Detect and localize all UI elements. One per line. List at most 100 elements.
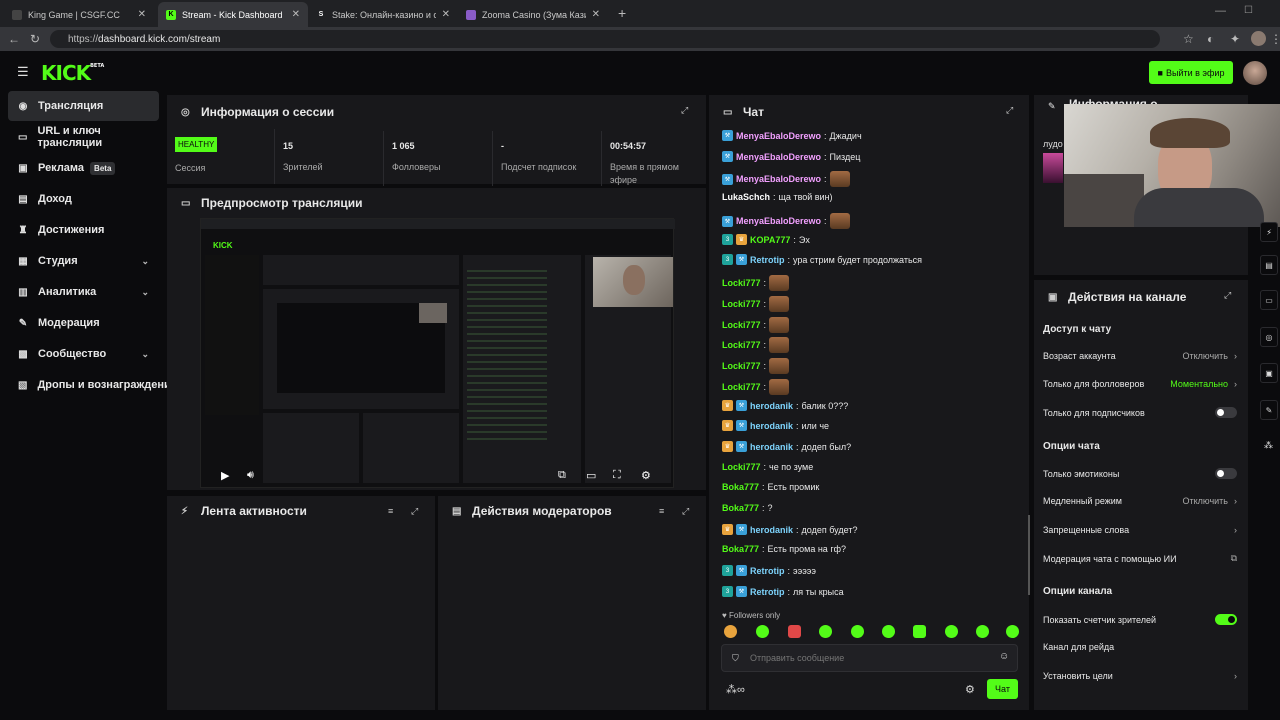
emoji-icon[interactable]: ☺: [999, 651, 1009, 662]
sidebar-item-income[interactable]: ▤ Доход: [8, 184, 159, 214]
kick-logo[interactable]: KICKBETA: [41, 61, 104, 85]
chat-username[interactable]: Boka777: [722, 482, 759, 492]
browser-tab-csgf[interactable]: King Game | CSGF.CC ✕: [4, 2, 154, 27]
profile-avatar[interactable]: [1251, 31, 1266, 46]
slow-mode-row[interactable]: Медленный режим Отключить ›: [1043, 496, 1237, 506]
followers-only-row[interactable]: Только для фолловеров Моментально ›: [1043, 379, 1237, 389]
chat-username[interactable]: MenyaEbaloDerewo: [736, 174, 821, 184]
chat-username[interactable]: Retrotip: [750, 587, 785, 597]
chat-message-input[interactable]: [750, 650, 990, 666]
chat-username[interactable]: Locki777: [722, 320, 761, 330]
banned-words-row[interactable]: Запрещенные слова ›: [1043, 525, 1237, 535]
sidebar-item-analytics[interactable]: ▥ Аналитика ⌄: [8, 277, 159, 307]
chat-username[interactable]: LukaSchch: [722, 192, 770, 202]
sidebar-item-community[interactable]: ▩ Сообщество ⌄: [8, 339, 159, 369]
maximize-icon[interactable]: ☐: [1244, 5, 1253, 16]
fullscreen-icon[interactable]: ⛶: [613, 469, 621, 482]
bookmark-star-icon[interactable]: ☆: [1183, 32, 1194, 46]
go-live-button[interactable]: ■ Выйти в эфир: [1149, 61, 1233, 84]
chat-username[interactable]: KOPA777: [750, 235, 790, 245]
new-tab-icon[interactable]: +: [618, 5, 626, 21]
chat-username[interactable]: MenyaEbaloDerewo: [736, 216, 821, 226]
emotes-only-toggle[interactable]: [1215, 468, 1237, 479]
chat-send-button[interactable]: Чат: [987, 679, 1018, 699]
close-icon[interactable]: ✕: [592, 9, 600, 20]
subs-only-toggle[interactable]: [1215, 407, 1237, 418]
emote-icon[interactable]: [756, 625, 769, 638]
rail-target-icon[interactable]: ◎: [1260, 327, 1278, 347]
avatar[interactable]: [1243, 61, 1267, 85]
account-age-row[interactable]: Возраст аккаунта Отключить ›: [1043, 351, 1237, 361]
chat-scrollbar[interactable]: [1028, 515, 1030, 595]
rail-monitor-icon[interactable]: ▣: [1260, 363, 1278, 383]
show-viewers-toggle[interactable]: [1215, 614, 1237, 625]
infinity-points-icon[interactable]: ⁂∞: [726, 683, 745, 696]
url-input[interactable]: https://dashboard.kick.com/stream: [50, 30, 1160, 48]
close-icon[interactable]: ✕: [442, 9, 450, 20]
expand-icon[interactable]: ⤢: [681, 105, 688, 116]
reload-icon[interactable]: ↻: [30, 32, 40, 46]
play-icon[interactable]: ▶: [221, 469, 229, 482]
close-icon[interactable]: ✕: [138, 9, 146, 20]
sidebar-item-ads[interactable]: ▣ Реклама Beta: [8, 153, 159, 183]
chat-username[interactable]: MenyaEbaloDerewo: [736, 131, 821, 141]
emote-icon[interactable]: [882, 625, 895, 638]
chat-username[interactable]: Locki777: [722, 340, 761, 350]
hamburger-menu-icon[interactable]: ☰: [17, 64, 29, 80]
ai-moderation-row[interactable]: Модерация чата с помощью ИИ ⧉: [1043, 553, 1237, 564]
close-icon[interactable]: ✕: [292, 9, 300, 20]
chat-username[interactable]: MenyaEbaloDerewo: [736, 152, 821, 162]
emote-icon[interactable]: [976, 625, 989, 638]
set-goals-row[interactable]: Установить цели ›: [1043, 671, 1237, 681]
rail-list-icon[interactable]: ▤: [1260, 255, 1278, 275]
menu-dots-icon[interactable]: ⋮: [1270, 32, 1280, 46]
chat-username[interactable]: herodanik: [750, 442, 793, 452]
rail-wrench-icon[interactable]: ✎: [1260, 400, 1278, 420]
chat-username[interactable]: herodanik: [750, 401, 793, 411]
chat-username[interactable]: Boka777: [722, 503, 759, 513]
sidebar-item-studio[interactable]: ▦ Студия ⌄: [8, 246, 159, 276]
pip-icon[interactable]: ⧉: [558, 469, 566, 482]
chat-username[interactable]: Retrotip: [750, 566, 785, 576]
rail-lightning-icon[interactable]: ⚡︎: [1260, 222, 1278, 242]
emote-icon[interactable]: [945, 625, 958, 638]
sidebar-item-url-key[interactable]: ▭ URL и ключ трансляции: [8, 122, 159, 152]
emote-icon[interactable]: [1006, 625, 1019, 638]
filter-icon[interactable]: ≡: [388, 506, 393, 516]
extensions-puzzle-icon[interactable]: ✦: [1230, 32, 1240, 46]
chat-username[interactable]: herodanik: [750, 525, 793, 535]
minimize-icon[interactable]: —: [1215, 5, 1226, 17]
chat-username[interactable]: Boka777: [722, 544, 759, 554]
gear-icon[interactable]: ⚙: [965, 683, 975, 696]
expand-icon[interactable]: ⤢: [1006, 105, 1013, 116]
chat-username[interactable]: Locki777: [722, 278, 761, 288]
sidebar-item-achievements[interactable]: ♜ Достижения: [8, 215, 159, 245]
expand-icon[interactable]: ⤢: [682, 506, 689, 517]
rail-chat-icon[interactable]: ▭: [1260, 290, 1278, 310]
sidebar-item-drops[interactable]: ▧ Дропы и вознаграждени: [8, 370, 171, 400]
rail-people-icon[interactable]: ⁂: [1264, 440, 1273, 451]
browser-tab-kick[interactable]: K Stream - Kick Dashboard ✕: [158, 2, 308, 27]
video-player[interactable]: KICK ▶ 🔊︎ ⧉ ▭ ⛶ ⚙: [200, 218, 675, 488]
extension-icon[interactable]: ◐: [1207, 32, 1214, 46]
emote-icon[interactable]: [724, 625, 737, 638]
browser-tab-stake[interactable]: S Stake: Онлайн-казино и ставки н ✕: [308, 2, 458, 27]
emote-icon[interactable]: [851, 625, 864, 638]
chat-username[interactable]: Locki777: [722, 462, 761, 472]
chat-username[interactable]: Retrotip: [750, 255, 785, 265]
sidebar-item-moderation[interactable]: ✎ Модерация: [8, 308, 159, 338]
raid-channel-row[interactable]: Канал для рейда: [1043, 642, 1237, 652]
back-icon[interactable]: ←: [8, 32, 20, 46]
emote-icon[interactable]: [913, 625, 926, 638]
chat-username[interactable]: Locki777: [722, 382, 761, 392]
volume-icon[interactable]: 🔊︎: [247, 469, 254, 482]
theater-icon[interactable]: ▭: [586, 469, 596, 482]
gear-icon[interactable]: ⚙: [641, 469, 651, 482]
emote-icon[interactable]: [788, 625, 801, 638]
chat-username[interactable]: Locki777: [722, 361, 761, 371]
expand-icon[interactable]: ⤢: [411, 506, 418, 517]
filter-icon[interactable]: ≡: [659, 506, 664, 516]
chat-username[interactable]: Locki777: [722, 299, 761, 309]
chat-username[interactable]: herodanik: [750, 421, 793, 431]
emote-icon[interactable]: [819, 625, 832, 638]
